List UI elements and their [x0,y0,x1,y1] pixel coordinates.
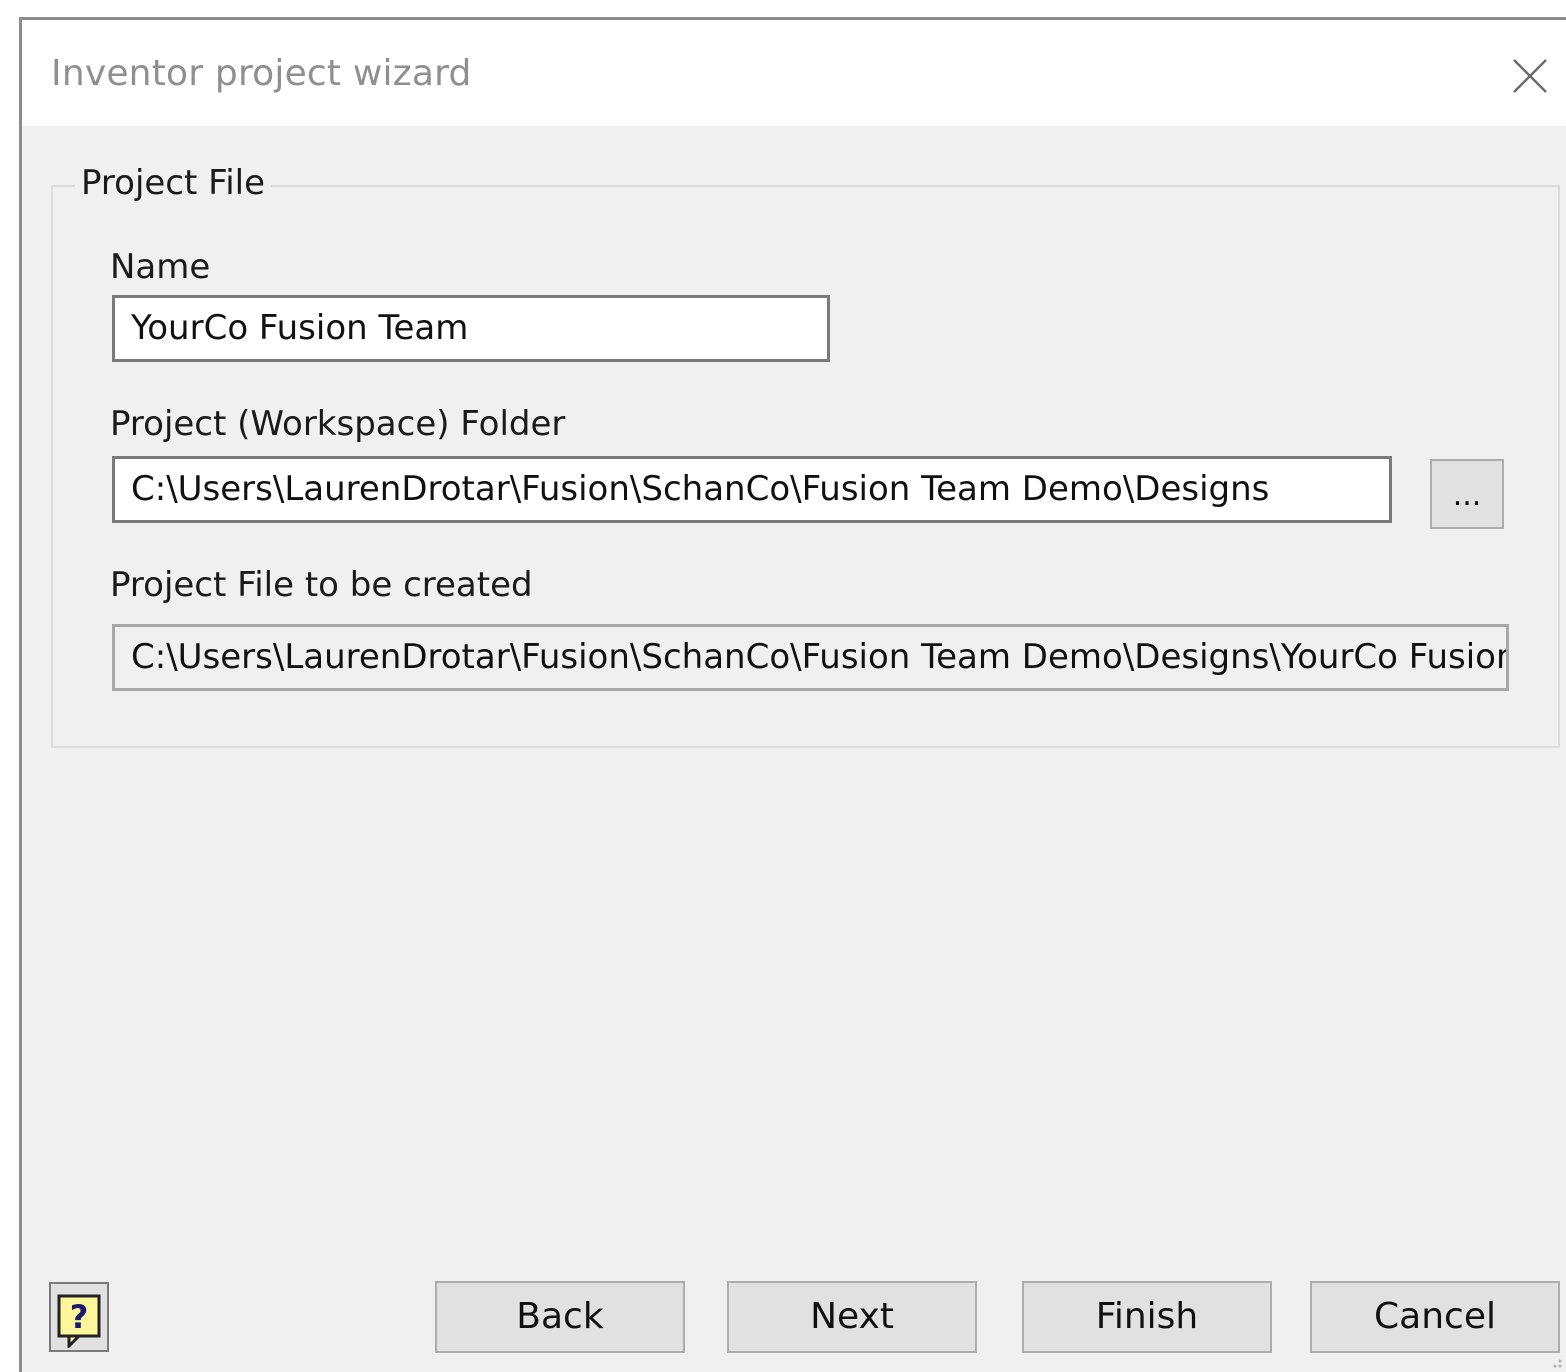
finish-button[interactable]: Finish [1022,1281,1272,1353]
name-input[interactable]: YourCo Fusion Team [112,295,830,362]
close-button[interactable] [1500,44,1566,104]
created-label: Project File to be created [110,565,533,605]
svg-text:?: ? [70,1298,89,1336]
next-button[interactable]: Next [727,1281,977,1353]
help-icon: ? [57,1294,101,1348]
help-button[interactable]: ? [49,1282,109,1352]
close-icon [1513,59,1547,93]
created-path-field: C:\Users\LaurenDrotar\Fusion\SchanCo\Fus… [112,624,1509,691]
folder-label: Project (Workspace) Folder [110,404,566,444]
name-label: Name [110,247,211,287]
window-title: Inventor project wizard [51,53,472,94]
resize-grip-icon[interactable] [1546,1352,1564,1370]
back-button[interactable]: Back [435,1281,685,1353]
browse-button[interactable]: ... [1430,459,1504,529]
project-wizard-dialog: Inventor project wizard Project File Nam… [19,17,1566,1372]
cancel-button[interactable]: Cancel [1310,1281,1560,1353]
title-bar: Inventor project wizard [22,20,1566,126]
group-title: Project File [75,163,272,203]
folder-input[interactable]: C:\Users\LaurenDrotar\Fusion\SchanCo\Fus… [112,456,1392,523]
